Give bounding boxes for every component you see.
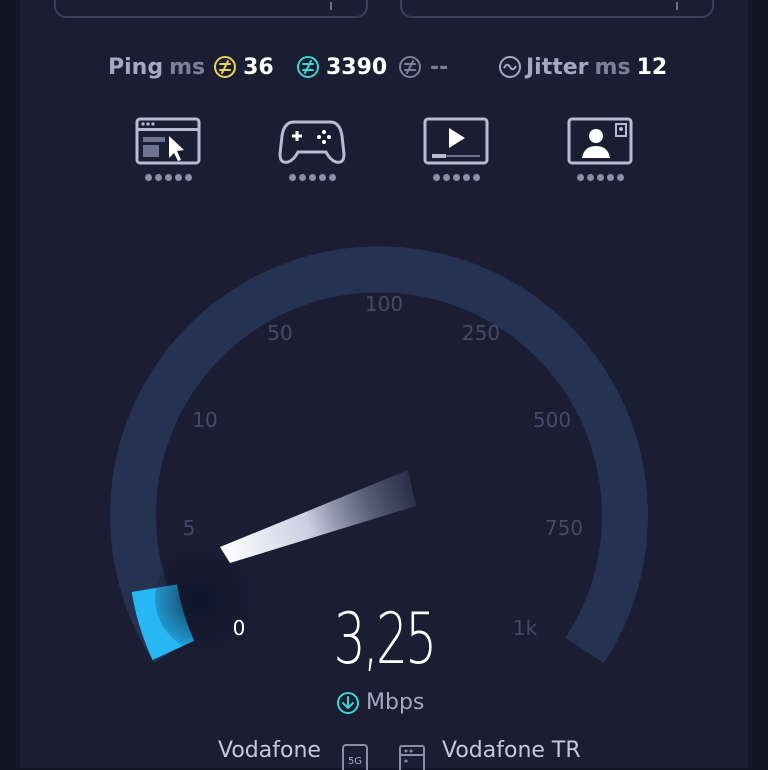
gauge-tick-250: 250 xyxy=(462,321,500,345)
gauge-tick-500: 500 xyxy=(533,408,571,432)
server-name[interactable]: Vodafone TR xyxy=(442,738,581,763)
server-icon xyxy=(399,745,425,770)
speed-unit-label: Mbps xyxy=(366,690,425,715)
network-badge: 5G xyxy=(348,756,362,767)
gauge-tick-1k: 1k xyxy=(513,616,538,640)
gauge-needle xyxy=(220,470,416,563)
current-speed-value: 3,25 xyxy=(333,598,438,680)
speed-unit: Mbps xyxy=(336,690,424,715)
download-arrow-icon xyxy=(337,691,359,714)
network-type-icon: 5G xyxy=(342,744,368,770)
gauge-tick-5: 5 xyxy=(183,516,196,540)
provider-name[interactable]: Vodafone xyxy=(218,738,321,763)
gauge-tick-50: 50 xyxy=(267,321,292,345)
gauge-tick-0: 0 xyxy=(233,616,246,640)
gauge-tick-100: 100 xyxy=(365,292,403,316)
gauge-tick-750: 750 xyxy=(545,516,583,540)
gauge-tick-10: 10 xyxy=(192,408,217,432)
